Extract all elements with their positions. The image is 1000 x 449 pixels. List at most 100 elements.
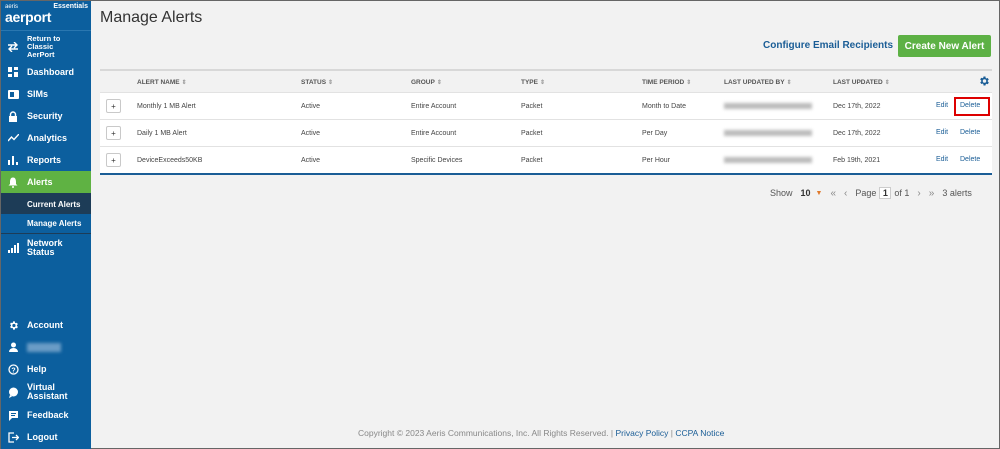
time-period-cell: Per Day: [642, 130, 668, 137]
sidebar-item-label: Security: [27, 111, 63, 121]
expand-row-button[interactable]: +: [106, 99, 121, 113]
column-header-last-updated-by[interactable]: LAST UPDATED BY ⇕: [724, 79, 792, 86]
sidebar-bottom: Account ? Help Virtual Assistant Feedbac…: [1, 314, 91, 448]
help-icon: ?: [7, 363, 19, 375]
alert-name-cell: Daily 1 MB Alert: [137, 130, 187, 137]
sidebar-item-user[interactable]: [1, 336, 91, 358]
pagination: Show 10 ▼ « ‹ Page 1 of 1 › » 3 alerts: [770, 187, 972, 199]
sort-icon: ⇕: [539, 80, 546, 86]
time-period-cell: Per Hour: [642, 157, 671, 164]
sidebar-item-help[interactable]: ? Help: [1, 358, 91, 380]
sidebar-item-feedback[interactable]: Feedback: [1, 404, 91, 426]
table-row: + Daily 1 MB Alert Active Entire Account…: [100, 119, 992, 146]
delete-link[interactable]: Delete: [960, 129, 980, 136]
alert-name-cell: DeviceExceeds50KB: [137, 157, 203, 164]
sidebar-item-label: Logout: [27, 432, 58, 442]
main-content: Manage Alerts Configure Email Recipients…: [91, 1, 999, 449]
column-settings-gear-icon[interactable]: [978, 75, 990, 87]
sidebar-item-logout[interactable]: Logout: [1, 426, 91, 448]
prev-page-icon[interactable]: ‹: [844, 188, 847, 199]
last-updated-by-redacted: [724, 130, 812, 136]
dashboard-icon: [7, 66, 19, 78]
caret-down-icon[interactable]: ▼: [816, 190, 823, 197]
sidebar-item-virtual-assistant[interactable]: Virtual Assistant: [1, 380, 91, 404]
logo-name: aerport: [5, 9, 52, 25]
status-cell: Active: [301, 157, 321, 164]
edit-link[interactable]: Edit: [936, 102, 948, 109]
table-row: + DeviceExceeds50KB Active Specific Devi…: [100, 146, 992, 173]
last-updated-cell: Feb 19th, 2021: [833, 157, 881, 164]
sidebar-subitem-current-alerts[interactable]: Current Alerts: [1, 195, 91, 214]
footer: Copyright © 2023 Aeris Communications, I…: [358, 428, 724, 438]
sidebar-item-label: Virtual Assistant: [27, 382, 68, 401]
table-header: ALERT NAME ⇕ STATUS ⇕ GROUP ⇕ TYPE ⇕ TIME PE…: [100, 69, 992, 92]
edit-link[interactable]: Edit: [936, 156, 948, 163]
bar-chart-icon: [7, 154, 19, 166]
sidebar-item-security[interactable]: Security: [1, 105, 91, 127]
page-total: of 1: [894, 188, 910, 198]
sort-icon: ⇕: [181, 80, 187, 86]
delete-link[interactable]: Delete: [960, 156, 980, 163]
table-bottom-border: [100, 173, 992, 175]
column-header-label: STATUS: [301, 79, 327, 86]
group-cell: Entire Account: [411, 130, 457, 137]
column-header-last-updated[interactable]: LAST UPDATED ⇕: [833, 79, 890, 86]
sidebar-item-label: Help: [27, 364, 47, 374]
page-number-input[interactable]: 1: [879, 187, 892, 199]
group-cell: Entire Account: [411, 103, 457, 110]
sidebar-subitem-label: Current Alerts: [27, 200, 81, 209]
column-header-status[interactable]: STATUS ⇕: [301, 79, 333, 86]
sidebar-subitem-label: Manage Alerts: [27, 219, 82, 228]
sort-icon: ⇕: [686, 80, 692, 86]
sidebar-item-sims[interactable]: SIMs: [1, 83, 91, 105]
column-header-label: TYPE: [521, 79, 538, 86]
column-header-type[interactable]: TYPE ⇕: [521, 79, 545, 86]
privacy-policy-link[interactable]: Privacy Policy: [615, 428, 668, 438]
sidebar-item-label: Account: [27, 320, 63, 330]
signal-icon: [7, 242, 19, 254]
last-updated-by-redacted: [724, 157, 812, 163]
column-header-time-period[interactable]: TIME PERIOD ⇕: [642, 79, 691, 86]
alert-count: 3 alerts: [942, 188, 972, 198]
expand-row-button[interactable]: +: [106, 153, 121, 167]
sidebar: aeris aerport Essentials Return to Class…: [1, 1, 91, 449]
sort-icon: ⇕: [786, 80, 792, 86]
sidebar-item-network-status[interactable]: Network Status: [1, 234, 91, 262]
last-page-icon[interactable]: »: [929, 188, 935, 199]
table-row: + Monthly 1 MB Alert Active Entire Accou…: [100, 92, 992, 119]
alert-name-cell: Monthly 1 MB Alert: [137, 103, 196, 110]
logout-icon: [7, 431, 19, 443]
sidebar-subitem-manage-alerts[interactable]: Manage Alerts: [1, 214, 91, 233]
time-period-cell: Month to Date: [642, 103, 686, 110]
next-page-icon[interactable]: ›: [917, 188, 920, 199]
edit-link[interactable]: Edit: [936, 129, 948, 136]
ccpa-notice-link[interactable]: CCPA Notice: [675, 428, 724, 438]
logo[interactable]: aeris aerport Essentials: [1, 1, 91, 31]
first-page-icon[interactable]: «: [830, 188, 836, 199]
page-size-select[interactable]: 10: [801, 188, 811, 198]
sidebar-item-alerts[interactable]: Alerts: [1, 171, 91, 193]
chat-icon: [7, 386, 19, 398]
trend-icon: [7, 132, 19, 144]
sim-icon: [7, 88, 19, 100]
configure-email-recipients-link[interactable]: Configure Email Recipients: [763, 40, 893, 51]
sidebar-item-return-classic[interactable]: Return to Classic AerPort: [1, 33, 91, 61]
copyright-text: Copyright © 2023 Aeris Communications, I…: [358, 428, 614, 438]
column-header-alert-name[interactable]: ALERT NAME ⇕: [137, 79, 187, 86]
username-redacted: [27, 342, 61, 352]
sidebar-item-analytics[interactable]: Analytics: [1, 127, 91, 149]
sort-icon: ⇕: [328, 80, 334, 86]
lock-icon: [7, 110, 19, 122]
status-cell: Active: [301, 103, 321, 110]
column-header-group[interactable]: GROUP ⇕: [411, 79, 442, 86]
sidebar-item-dashboard[interactable]: Dashboard: [1, 61, 91, 83]
status-cell: Active: [301, 130, 321, 137]
last-updated-cell: Dec 17th, 2022: [833, 130, 881, 137]
sidebar-item-reports[interactable]: Reports: [1, 149, 91, 171]
delete-link[interactable]: Delete: [960, 102, 980, 109]
expand-row-button[interactable]: +: [106, 126, 121, 140]
footer-separator: |: [670, 428, 673, 438]
sidebar-item-account[interactable]: Account: [1, 314, 91, 336]
create-new-alert-button[interactable]: Create New Alert: [898, 35, 991, 57]
gear-icon: [7, 319, 19, 331]
